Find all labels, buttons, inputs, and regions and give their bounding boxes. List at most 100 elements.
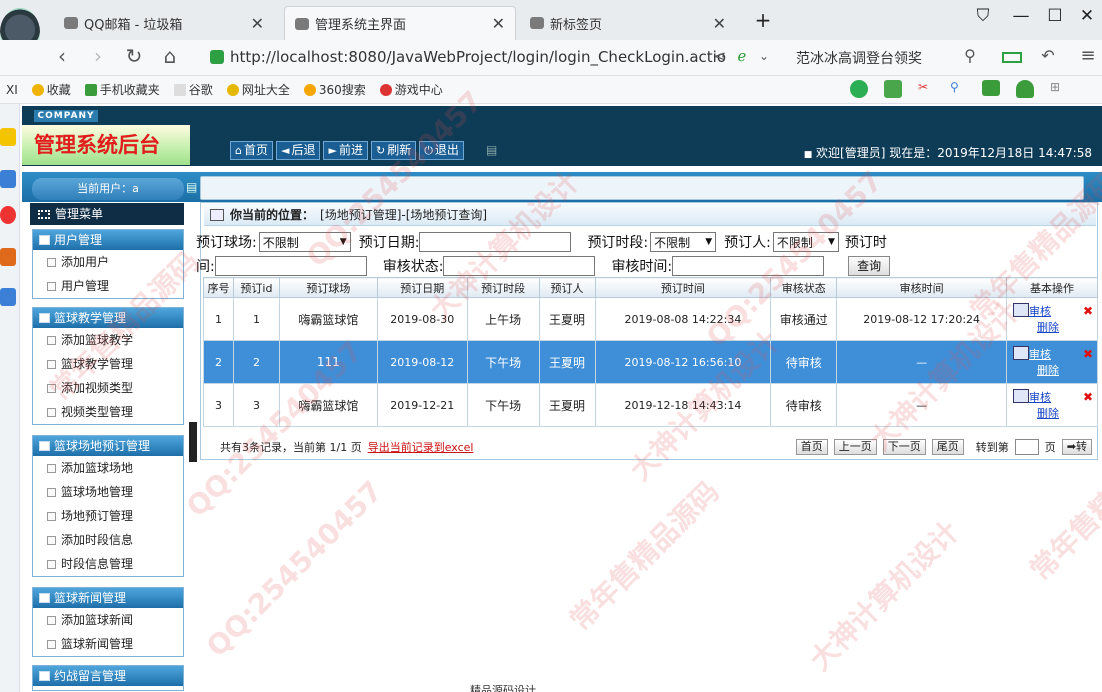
- new-tab-button[interactable]: +: [752, 8, 774, 32]
- sidebar-item[interactable]: 添加时段信息: [33, 528, 183, 552]
- query-button[interactable]: 查询: [848, 256, 891, 276]
- search-suggestion[interactable]: 范冰冰高调登台领奖: [796, 48, 922, 68]
- bookmark-favorites[interactable]: 收藏: [31, 81, 71, 98]
- sidebar-item[interactable]: 篮球场地管理: [33, 480, 183, 504]
- minimize-icon[interactable]: —: [1010, 6, 1032, 26]
- sidebar-item[interactable]: 添加篮球新闻: [33, 608, 183, 632]
- table-row[interactable]: 2 2 111 2019-08-12 下午场 王夏明 2019-08-12 16:56:10…: [203, 340, 1098, 384]
- delete-link[interactable]: 删除: [1037, 407, 1059, 420]
- review-link[interactable]: 审核: [1029, 348, 1051, 361]
- delete-x-icon[interactable]: ✖: [1083, 390, 1093, 404]
- tab-new[interactable]: 新标签页 ✕: [520, 6, 736, 40]
- sidebar-group-header[interactable]: 篮球场地预订管理: [33, 436, 183, 456]
- wechat-icon[interactable]: [850, 80, 868, 98]
- first-page-button[interactable]: 首页: [795, 439, 828, 455]
- sidebar-item[interactable]: 视频类型管理: [33, 400, 183, 424]
- translate-icon[interactable]: [884, 80, 902, 98]
- url-field[interactable]: http://localhost:8080/JavaWebProject/log…: [210, 44, 750, 70]
- prev-page-button[interactable]: 上一页: [833, 439, 877, 455]
- edit-icon[interactable]: [1013, 389, 1030, 403]
- sidebar-item[interactable]: 篮球教学管理: [33, 352, 183, 376]
- mail-icon[interactable]: [0, 248, 16, 266]
- booking-time-input[interactable]: [214, 256, 367, 276]
- gamepad-icon[interactable]: [982, 80, 1000, 96]
- window-close-icon[interactable]: ✕: [1076, 6, 1098, 26]
- menu-icon[interactable]: ≡: [1076, 45, 1100, 66]
- list-icon[interactable]: [0, 170, 16, 188]
- sidebar-item[interactable]: 添加视频类型: [33, 376, 183, 400]
- review-link[interactable]: 审核: [1029, 305, 1051, 318]
- sidebar-group-header[interactable]: 篮球新闻管理: [33, 588, 183, 608]
- sidebar-item[interactable]: 篮球新闻管理: [33, 632, 183, 656]
- bookmark-mobile[interactable]: 手机收藏夹: [84, 81, 160, 98]
- reload-icon[interactable]: ↻: [122, 44, 146, 68]
- close-icon[interactable]: ✕: [492, 14, 505, 33]
- search-icon[interactable]: ⚲: [958, 46, 982, 65]
- apps-icon[interactable]: ⊞: [1050, 80, 1066, 96]
- sidebar-item[interactable]: 场地预订管理: [33, 504, 183, 528]
- close-icon[interactable]: ✕: [713, 14, 726, 33]
- magnifier-icon[interactable]: ⚲: [950, 80, 966, 96]
- nav-button-2[interactable]: ► 前进: [323, 141, 368, 160]
- bookmark-google[interactable]: 谷歌: [173, 81, 213, 98]
- next-page-button[interactable]: 下一页: [882, 439, 926, 455]
- delete-x-icon[interactable]: ✖: [1083, 304, 1093, 318]
- battery-icon[interactable]: [1002, 52, 1022, 63]
- weibo-icon[interactable]: [0, 206, 16, 224]
- sidebar-item[interactable]: 用户管理: [33, 274, 183, 298]
- person-select[interactable]: 不限制 ▼: [772, 232, 839, 252]
- nav-button-4[interactable]: ⏻ 退出: [419, 141, 464, 160]
- sidebar-group-header[interactable]: 约战留言管理: [33, 666, 183, 686]
- edit-icon[interactable]: [1013, 303, 1030, 317]
- doc-icon[interactable]: [0, 288, 16, 306]
- sidebar-group-header[interactable]: 篮球教学管理: [33, 308, 183, 328]
- bookmark-sites[interactable]: 网址大全: [226, 81, 290, 98]
- back-arrow-icon[interactable]: ‹: [50, 44, 74, 68]
- nav-button-0[interactable]: ⌂ 首页: [230, 141, 273, 160]
- audit-time-input[interactable]: [672, 256, 825, 276]
- tab-qq-mail[interactable]: QQ邮箱 - 垃圾箱 ✕: [54, 6, 274, 40]
- date-input[interactable]: [419, 232, 572, 252]
- sidebar-group-header[interactable]: 用户管理: [33, 230, 183, 250]
- maximize-icon[interactable]: ☐: [1044, 6, 1066, 26]
- tab-label: QQ邮箱 - 垃圾箱: [84, 17, 183, 33]
- scissors-icon[interactable]: ✂: [918, 80, 934, 96]
- home-icon[interactable]: ⌂: [158, 44, 182, 68]
- slot-select[interactable]: 不限制 ▼: [650, 232, 717, 252]
- bookmark-label: 游戏中心: [394, 83, 443, 97]
- favorite-star-icon[interactable]: [0, 128, 16, 146]
- court-select[interactable]: 不限制 ▼: [258, 232, 351, 252]
- export-excel-link[interactable]: 导出当前记录到excel: [368, 439, 474, 455]
- review-link[interactable]: 审核: [1029, 391, 1051, 404]
- share-icon[interactable]: ⋖: [708, 47, 732, 65]
- phone-icon: [84, 83, 97, 96]
- undo-icon[interactable]: ↶: [1036, 46, 1060, 65]
- forward-arrow-icon[interactable]: ›: [86, 44, 110, 68]
- table-row[interactable]: 3 3 嗨霸篮球馆 2019-12-21 下午场 王夏明 2019-12-18 14:43:…: [203, 383, 1098, 427]
- delete-link[interactable]: 删除: [1037, 321, 1059, 334]
- sidebar-item[interactable]: 添加篮球场地: [33, 456, 183, 480]
- goto-page-input[interactable]: [1014, 439, 1039, 455]
- chevron-down-icon[interactable]: ⌄: [752, 49, 776, 63]
- bookmark-360[interactable]: 360搜索: [303, 81, 366, 98]
- go-button[interactable]: ➡转: [1061, 439, 1092, 455]
- status-input[interactable]: [443, 256, 596, 276]
- delete-x-icon[interactable]: ✖: [1083, 347, 1093, 361]
- shield-icon[interactable]: [1016, 80, 1034, 98]
- table-cell: 2019-08-30: [376, 297, 468, 341]
- sidebar-item[interactable]: 添加用户: [33, 250, 183, 274]
- nav-button-3[interactable]: ↻ 刷新: [370, 141, 417, 160]
- edit-icon[interactable]: [1013, 346, 1030, 360]
- bookmark-games[interactable]: 游戏中心: [379, 81, 443, 98]
- sidebar-toggle-handle[interactable]: [189, 422, 197, 462]
- ie-icon[interactable]: ℯ: [730, 47, 754, 65]
- close-icon[interactable]: ✕: [251, 14, 264, 33]
- shirt-icon[interactable]: ⛉: [972, 6, 994, 26]
- table-row[interactable]: 1 1 嗨霸篮球馆 2019-08-30 上午场 王夏明 2019-08-08 14:22:…: [203, 297, 1098, 341]
- sidebar-item[interactable]: 添加篮球教学: [33, 328, 183, 352]
- sidebar-item[interactable]: 时段信息管理: [33, 552, 183, 576]
- delete-link[interactable]: 删除: [1037, 364, 1059, 377]
- last-page-button[interactable]: 尾页: [931, 439, 964, 455]
- nav-button-1[interactable]: ◄ 后退: [276, 141, 321, 160]
- tab-admin-main[interactable]: 管理系统主界面 ✕: [284, 6, 516, 40]
